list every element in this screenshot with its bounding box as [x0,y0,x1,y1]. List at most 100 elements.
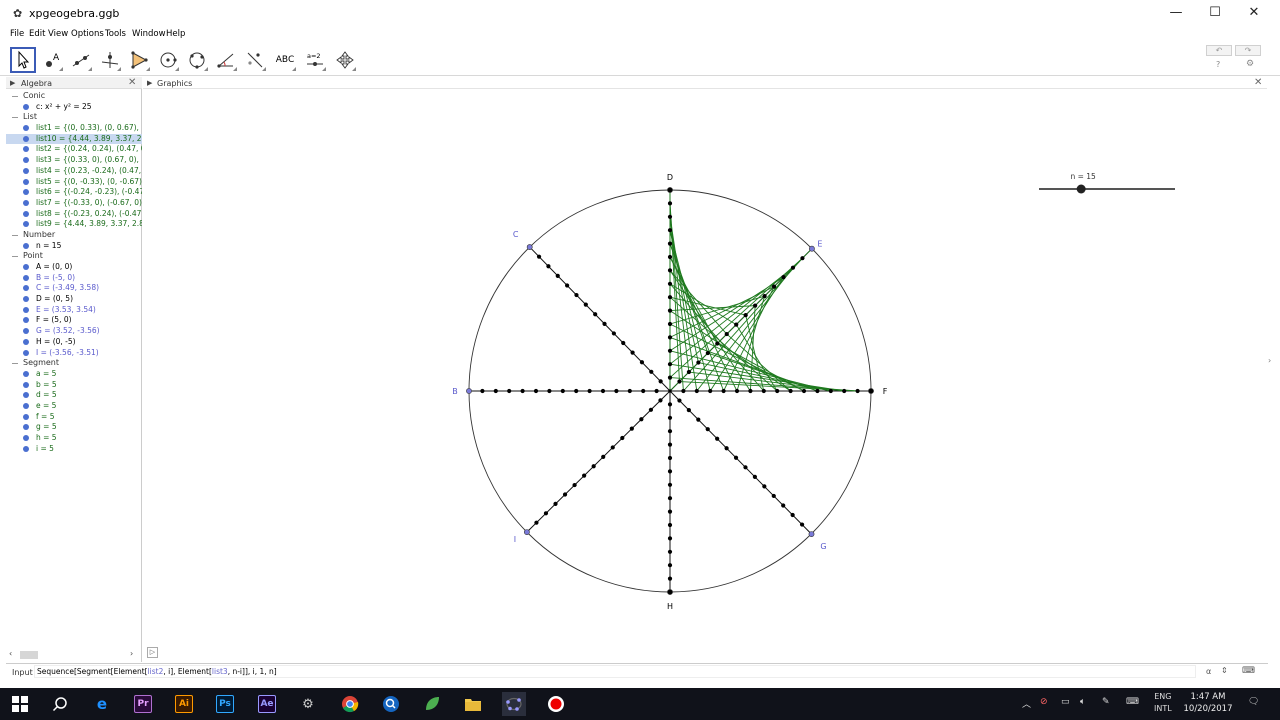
list-point[interactable] [667,509,673,514]
list-point[interactable] [677,379,682,384]
list-point[interactable] [771,493,776,499]
list-point[interactable] [621,340,626,346]
graphics-canvas[interactable]: D E F G H I B Cn = 15 [143,77,1267,662]
redo-button[interactable]: ↷ [1235,45,1261,56]
list-point[interactable] [667,375,673,380]
slider-tool-button[interactable]: a=2 [302,47,328,73]
menu-window[interactable]: Window [132,29,166,39]
visibility-toggle-icon[interactable] [23,413,29,420]
list-point[interactable] [534,520,539,525]
list-point[interactable] [696,417,701,422]
list-point[interactable] [667,348,673,353]
visibility-toggle-icon[interactable] [23,103,29,110]
visibility-toggle-icon[interactable] [23,146,29,153]
angle-tool-button[interactable] [213,47,239,73]
text-tool-button[interactable]: ABC [272,47,298,73]
algebra-item[interactable]: e = 5 [6,401,142,412]
algebra-item[interactable]: I = (-3.56, -3.51) [6,348,142,359]
algebra-category-segment[interactable]: Segment [6,358,142,369]
polygon-tool-button[interactable] [126,47,152,73]
menu-edit[interactable]: Edit [29,29,45,39]
visibility-toggle-icon[interactable] [23,402,29,409]
algebra-item[interactable]: g = 5 [6,422,142,433]
list-point[interactable] [648,407,654,412]
visibility-toggle-icon[interactable] [23,167,29,174]
list-point[interactable] [582,473,587,478]
list-point[interactable] [686,369,692,375]
list-point[interactable] [667,442,673,447]
visibility-toggle-icon[interactable] [23,370,29,377]
point-tool-button[interactable]: A [39,47,65,73]
list-point[interactable] [721,388,726,394]
settings-gear-icon[interactable]: ⚙ [1246,59,1254,69]
pen-icon[interactable]: ✎ [1102,697,1110,707]
list-point[interactable] [753,303,758,308]
scrollbar-thumb[interactable] [20,651,38,659]
point-B[interactable] [466,388,472,394]
list-point[interactable] [547,388,552,394]
visibility-toggle-icon[interactable] [23,424,29,431]
list-point[interactable] [574,388,579,394]
list-point[interactable] [667,402,673,407]
visibility-toggle-icon[interactable] [23,274,29,281]
visibility-toggle-icon[interactable] [23,157,29,164]
list-point[interactable] [681,388,686,394]
point-I[interactable] [523,529,530,536]
list-point[interactable] [748,388,753,394]
algebra-category-conic[interactable]: Conic [6,91,142,102]
list-point[interactable] [762,294,767,299]
list-point[interactable] [587,388,592,394]
list-point[interactable] [686,407,691,413]
string-art-line[interactable] [735,324,778,392]
algebra-item[interactable]: E = (3.53, 3.54) [6,305,142,316]
list-point[interactable] [667,482,673,487]
list-point[interactable] [667,254,673,260]
algebra-item[interactable]: c: x² + y² = 25 [6,102,142,113]
undo-button[interactable]: ↶ [1206,45,1232,56]
visibility-toggle-icon[interactable] [23,199,29,206]
segment-G[interactable] [669,390,812,535]
history-spin-button[interactable]: ⇕ [1221,666,1228,675]
list-point[interactable] [614,388,619,394]
list-point[interactable] [762,484,767,489]
list-point[interactable] [639,417,644,422]
list-point[interactable] [855,388,860,394]
list-point[interactable] [667,295,673,300]
list-point[interactable] [560,388,565,394]
algebra-item[interactable]: list4 = {(0.23, -0.24), (0.47, -( [6,166,142,177]
list-point[interactable] [667,496,673,501]
list-point[interactable] [574,292,579,298]
visibility-toggle-icon[interactable] [23,306,29,313]
list-point[interactable] [734,388,740,394]
visibility-toggle-icon[interactable] [23,242,29,249]
list-point[interactable] [536,254,542,259]
taskbar-file-explorer[interactable] [461,692,485,716]
play-animation-button[interactable]: ▷ [147,647,158,658]
list-point[interactable] [724,331,729,337]
reflect-tool-button[interactable] [242,47,268,73]
algebra-item[interactable]: b = 5 [6,380,142,391]
algebra-item[interactable]: list9 = {4.44, 3.89, 3.37, 2.88 [6,219,142,230]
list-point[interactable] [601,454,606,459]
algebra-category-number[interactable]: Number [6,230,142,241]
menu-options[interactable]: Options [71,29,104,39]
list-point[interactable] [533,388,539,394]
list-point[interactable] [752,474,758,479]
point-C[interactable] [526,244,533,250]
visibility-toggle-icon[interactable] [23,125,29,132]
taskbar-premiere[interactable]: Pr [131,692,155,716]
perpendicular-tool-button[interactable] [97,47,123,73]
list-point[interactable] [667,201,673,206]
list-point[interactable] [493,388,498,394]
list-point[interactable] [546,264,551,269]
list-point[interactable] [705,350,710,356]
algebra-item[interactable]: G = (3.52, -3.56) [6,326,142,337]
scroll-right-icon[interactable]: › [130,649,133,658]
list-point[interactable] [667,469,673,474]
algebra-category-point[interactable]: Point [6,251,142,262]
panel-toggle-arrow-icon[interactable]: ▶ [147,79,152,87]
algebra-item[interactable]: h = 5 [6,433,142,444]
visibility-toggle-icon[interactable] [23,349,29,356]
point-A[interactable] [668,389,672,393]
graphics-view[interactable]: D E F G H I B Cn = 15 ▶ Graphics ✕ ▷ [143,77,1267,662]
